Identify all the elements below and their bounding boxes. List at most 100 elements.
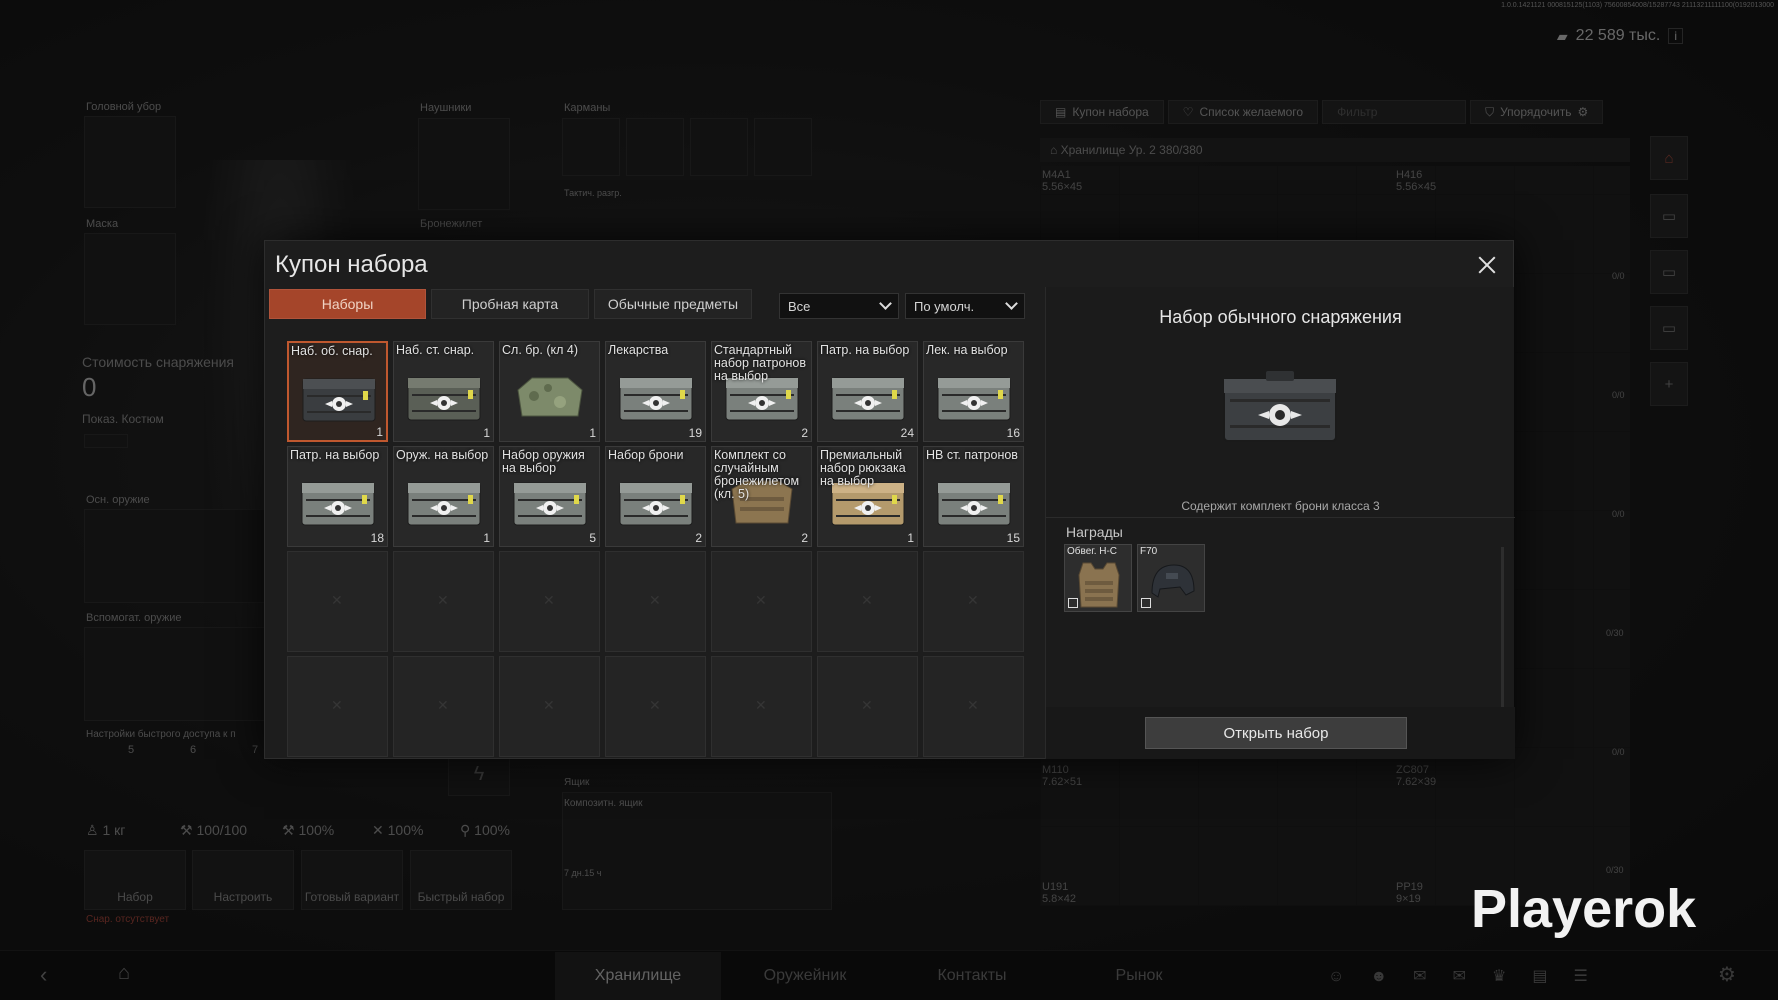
empty-slot — [711, 656, 812, 757]
pocket-slot-3[interactable] — [690, 118, 748, 176]
case-icon — [619, 482, 693, 526]
kit-item-count: 15 — [1006, 531, 1020, 545]
kit-item[interactable]: Лекарства 19 — [605, 341, 706, 442]
coupon-button[interactable]: ▤ Купон набора — [1040, 100, 1164, 124]
empty-slot — [499, 551, 600, 652]
side-tab-icon[interactable]: ▭ — [1650, 250, 1688, 294]
kit-case-image — [1223, 371, 1337, 442]
tab-kits[interactable]: Наборы — [269, 289, 426, 319]
quick-loadout-button[interactable]: Быстрый набор — [410, 850, 512, 910]
tab-trial-card[interactable]: Пробная карта — [431, 289, 589, 319]
quick-access-label: Настройки быстрого доступа к п — [86, 729, 236, 740]
tab-storage[interactable]: Хранилище — [555, 952, 721, 1000]
sort-dropdown[interactable]: По умолч. — [905, 293, 1025, 319]
filter-value: Все — [788, 298, 811, 314]
kit-item-count: 19 — [688, 426, 702, 440]
kit-detail-description: Содержит комплект брони класса 3 — [1181, 499, 1380, 513]
reward-vest[interactable]: Обвег. H-C — [1064, 544, 1132, 612]
headwear-slot[interactable] — [84, 116, 176, 208]
info-icon[interactable]: i — [1668, 28, 1683, 44]
open-kit-button[interactable]: Открыть набор — [1145, 717, 1407, 749]
box-time: 7 дн.15 ч — [564, 868, 602, 878]
kit-item[interactable]: Набор оружия на выбор 5 — [499, 446, 600, 547]
tab-market[interactable]: Рынок — [1056, 952, 1222, 1000]
kit-item-count: 1 — [589, 426, 596, 440]
headphones-slot[interactable] — [418, 118, 510, 210]
case-icon — [937, 377, 1011, 421]
kit-item-label: Патр. на выбор — [820, 343, 910, 357]
side-tab-icon[interactable]: ▭ — [1650, 306, 1688, 350]
tab-contacts[interactable]: Контакты — [889, 952, 1055, 1000]
mask-slot[interactable] — [84, 233, 176, 325]
kit-item[interactable]: Наб. об. снар. 1 — [287, 341, 388, 442]
kit-item[interactable]: Набор брони 2 — [605, 446, 706, 547]
social-icons[interactable]: ☺☻✉✉♛▤☰ — [1328, 966, 1614, 986]
rewards-header: Награды — [1046, 517, 1515, 543]
box-label: Ящик — [564, 777, 590, 788]
kit-item[interactable]: НВ ст. патронов 15 — [923, 446, 1024, 547]
kit-item-label: Сл. бр. (кл 4) — [502, 343, 578, 357]
reward-helmet[interactable]: F70 — [1137, 544, 1205, 612]
settings-gear-icon[interactable]: ⚙ — [1718, 962, 1736, 987]
back-icon[interactable]: ‹ — [40, 962, 47, 988]
kit-item[interactable]: Сл. бр. (кл 4) 1 — [499, 341, 600, 442]
kit-item[interactable]: Оруж. на выбор 1 — [393, 446, 494, 547]
weapon-caliber: 7.62×51 — [1042, 776, 1083, 788]
side-tab-icon[interactable]: ▭ — [1650, 194, 1688, 238]
kit-item-count: 18 — [370, 531, 384, 545]
filter-dropdown[interactable]: Все — [779, 293, 899, 319]
weapon-label: M110 7.62×51 — [1042, 764, 1082, 788]
ammo-count: 0/30 — [1606, 628, 1624, 638]
stat-4-text: 100% — [474, 822, 510, 838]
empty-slot — [923, 551, 1024, 652]
weapon-name: U191 — [1042, 881, 1069, 893]
kit-item-count: 1 — [483, 426, 490, 440]
tab-gunsmith[interactable]: Оружейник — [722, 952, 888, 1000]
settings-icon: ⚙ — [1577, 105, 1589, 119]
kit-item[interactable]: Лек. на выбор 16 — [923, 341, 1024, 442]
stat-2-icon: ⚒ — [282, 822, 295, 838]
pocket-slot-1[interactable] — [562, 118, 620, 176]
kit-item-count: 2 — [801, 531, 808, 545]
storage-home-icon[interactable]: ⌂ — [1650, 136, 1688, 180]
money-icon: ▰ — [1556, 27, 1568, 44]
pocket-slot-2[interactable] — [626, 118, 684, 176]
empty-slot — [817, 656, 918, 757]
primary-weapon-label: Осн. оружие — [86, 494, 150, 506]
kit-item[interactable]: Комплект со случайным бронежилетом (кл. … — [711, 446, 812, 547]
weight-stat: ♙ 1 кг — [86, 822, 125, 839]
pocket-slot-4[interactable] — [754, 118, 812, 176]
weapon-label: M4A1 5.56×45 — [1042, 169, 1082, 193]
add-tab-icon[interactable]: + — [1650, 362, 1688, 406]
kit-item[interactable]: Стандартный набор патронов на выбор 2 — [711, 341, 812, 442]
ammo-count: 0/0 — [1612, 747, 1625, 757]
wishlist-button[interactable]: ♡ Список желаемого — [1167, 100, 1319, 124]
empty-slot — [817, 551, 918, 652]
weapon-caliber: 5.56×45 — [1042, 181, 1083, 193]
tab-common-items[interactable]: Обычные предметы — [594, 289, 752, 319]
home-icon[interactable]: ⌂ — [118, 962, 130, 985]
ammo-count: 0/0 — [1612, 271, 1625, 281]
close-icon[interactable] — [1475, 253, 1499, 277]
case-icon — [407, 482, 481, 526]
filter-button[interactable]: Фильтр — [1322, 100, 1467, 124]
weapon-label: U191 5.8×42 — [1042, 881, 1076, 905]
preset-button[interactable]: Готовый вариант — [301, 850, 403, 910]
kit-item-count: 1 — [483, 531, 490, 545]
rewards-scrollbar[interactable] — [1501, 547, 1504, 707]
kit-item[interactable]: Премиальный набор рюкзака на выбор 1 — [817, 446, 918, 547]
show-costume-toggle[interactable] — [84, 434, 128, 448]
case-icon — [407, 377, 481, 421]
pockets-label: Карманы — [564, 102, 611, 114]
kit-item[interactable]: Наб. ст. снар. 1 — [393, 341, 494, 442]
vest-icon — [1078, 562, 1120, 608]
armor-camo-icon — [517, 377, 583, 417]
sort-button[interactable]: ⛉ Упорядочить ⚙ — [1470, 100, 1604, 124]
kit-item[interactable]: Патр. на выбор 24 — [817, 341, 918, 442]
loadout-button[interactable]: Набор — [84, 850, 186, 910]
case-icon — [619, 377, 693, 421]
box-slot[interactable] — [562, 792, 832, 910]
ammo-count: 0/30 — [1606, 865, 1624, 875]
configure-button[interactable]: Настроить — [192, 850, 294, 910]
kit-item[interactable]: Патр. на выбор 18 — [287, 446, 388, 547]
